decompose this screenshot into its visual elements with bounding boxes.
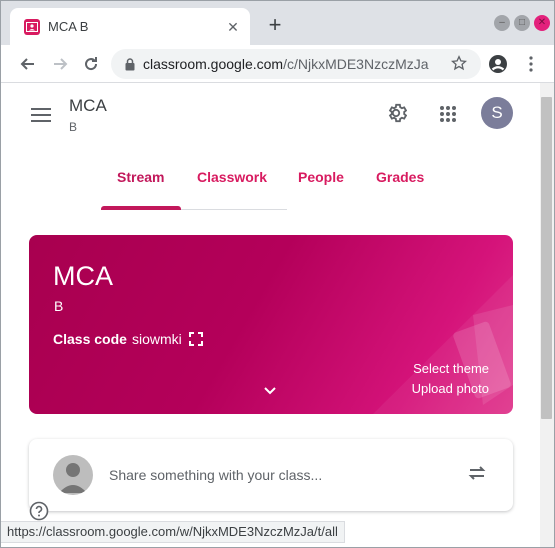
class-code-value: siowmki bbox=[132, 331, 182, 347]
browser-toolbar: classroom.google.com/c/NjkxMDE3NzczMzJa bbox=[1, 45, 554, 83]
upload-photo-link[interactable]: Upload photo bbox=[412, 381, 489, 396]
tab-classwork[interactable]: Classwork bbox=[197, 169, 267, 185]
class-banner: MCA B Class code siowmki Select theme Up… bbox=[29, 235, 513, 414]
tab-strip: MCA B ✕ + – □ ✕ bbox=[1, 1, 554, 45]
url-path: /c/NjkxMDE3NzczMzJa bbox=[283, 56, 429, 72]
reload-icon[interactable] bbox=[79, 52, 103, 76]
banner-section: B bbox=[54, 298, 64, 314]
apps-grid-icon[interactable] bbox=[439, 105, 457, 128]
hamburger-menu-icon[interactable] bbox=[31, 108, 51, 122]
url-host: classroom.google.com bbox=[143, 56, 284, 72]
tab-title: MCA B bbox=[48, 19, 89, 34]
back-arrow-icon[interactable] bbox=[15, 52, 39, 76]
banner-title: MCA bbox=[53, 261, 113, 291]
page-subtitle: B bbox=[69, 120, 78, 134]
close-icon: ✕ bbox=[537, 17, 547, 28]
class-code-label: Class code bbox=[53, 331, 127, 347]
minimize-button[interactable]: – bbox=[494, 15, 510, 31]
lock-icon bbox=[125, 57, 135, 70]
gear-icon[interactable] bbox=[385, 102, 408, 129]
share-announcement-box[interactable]: Share something with your class... bbox=[29, 439, 513, 511]
classroom-page: MCA B S Stream Classwork People Grades M… bbox=[1, 83, 540, 547]
chevron-down-icon[interactable] bbox=[263, 383, 277, 401]
tab-grades[interactable]: Grades bbox=[376, 169, 424, 185]
tab-stream[interactable]: Stream bbox=[117, 169, 164, 185]
classroom-icon bbox=[24, 18, 40, 35]
user-avatar bbox=[53, 455, 93, 495]
maximize-icon: □ bbox=[518, 17, 526, 28]
class-tabs: Stream Classwork People Grades bbox=[101, 161, 441, 209]
tab-close-icon[interactable]: ✕ bbox=[224, 18, 242, 36]
select-theme-link[interactable]: Select theme bbox=[413, 361, 489, 376]
tab-people[interactable]: People bbox=[298, 169, 344, 185]
repost-icon[interactable] bbox=[467, 463, 487, 488]
browser-menu-icon[interactable] bbox=[519, 52, 543, 76]
page-title[interactable]: MCA bbox=[69, 96, 107, 116]
new-tab-button[interactable]: + bbox=[263, 14, 287, 38]
account-circle-icon[interactable] bbox=[486, 52, 510, 76]
share-input[interactable]: Share something with your class... bbox=[109, 467, 322, 483]
fullscreen-icon[interactable] bbox=[189, 332, 203, 351]
maximize-button[interactable]: □ bbox=[514, 15, 530, 31]
close-window-button[interactable]: ✕ bbox=[534, 15, 550, 31]
address-bar[interactable]: classroom.google.com/c/NjkxMDE3NzczMzJa bbox=[111, 49, 481, 79]
active-tab-indicator bbox=[101, 206, 181, 210]
avatar[interactable]: S bbox=[481, 97, 513, 129]
status-bar-url: https://classroom.google.com/w/NjkxMDE3N… bbox=[1, 521, 345, 543]
window-controls: – □ ✕ bbox=[494, 15, 550, 31]
browser-window: MCA B ✕ + – □ ✕ classroom.google.com/c/N… bbox=[0, 0, 555, 548]
scrollbar-thumb[interactable] bbox=[541, 97, 552, 419]
minimize-icon: – bbox=[499, 17, 505, 28]
url-text: classroom.google.com/c/NjkxMDE3NzczMzJa bbox=[143, 56, 433, 72]
forward-arrow-icon[interactable] bbox=[49, 52, 73, 76]
browser-tab[interactable]: MCA B ✕ bbox=[10, 8, 250, 45]
star-icon[interactable] bbox=[451, 55, 467, 71]
